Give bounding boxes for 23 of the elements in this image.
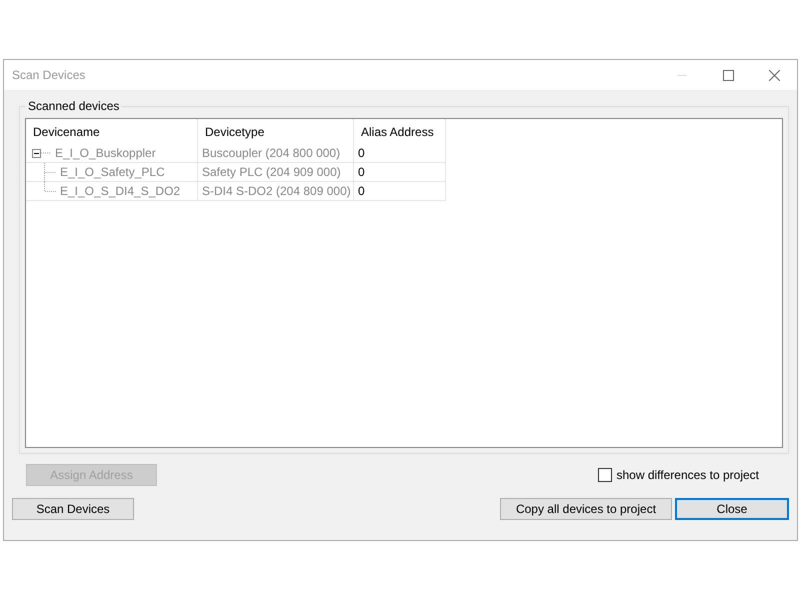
device-name-cell[interactable]: E_I_O_Safety_PLC (26, 163, 198, 182)
minimize-icon (677, 74, 687, 76)
alias-address-cell: 0 (354, 182, 446, 201)
maximize-icon (722, 70, 734, 80)
close-dialog-button[interactable]: Close (675, 498, 789, 520)
device-name-cell[interactable]: E_I_O_S_DI4_S_DO2 (26, 182, 198, 201)
device-type-cell: Buscoupler (204 800 000) (198, 144, 354, 163)
device-type-cell: Safety PLC (204 909 000) (198, 163, 354, 182)
column-header[interactable]: Alias Address (354, 119, 446, 144)
copy-devices-button[interactable]: Copy all devices to project (500, 498, 672, 520)
scan-devices-button[interactable]: Scan Devices (12, 498, 134, 520)
close-icon (768, 70, 780, 80)
group-title: Scanned devices (26, 99, 122, 113)
column-header[interactable]: Devicename (26, 119, 198, 144)
tree-line-icon (41, 152, 51, 154)
collapse-icon[interactable] (32, 148, 41, 158)
window-title: Scan Devices (12, 68, 86, 82)
device-name-cell[interactable]: E_I_O_Buskoppler (26, 144, 198, 163)
column-header[interactable]: Devicetype (198, 119, 354, 144)
device-type-cell: S-DI4 S-DO2 (204 809 000) (198, 182, 354, 201)
alias-address-cell: 0 (354, 144, 446, 163)
alias-address-cell: 0 (354, 163, 446, 182)
show-differences-checkbox[interactable]: show differences to project (598, 468, 759, 482)
